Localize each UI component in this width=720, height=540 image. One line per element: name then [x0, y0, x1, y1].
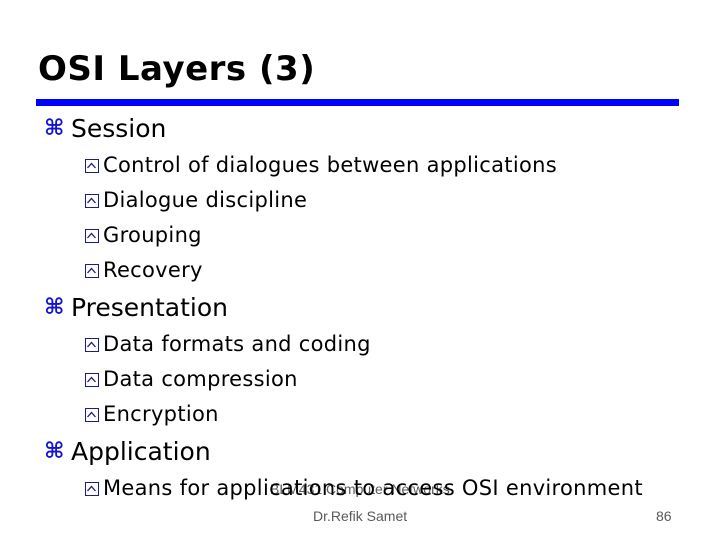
list-item-label: Dialogue discipline	[103, 188, 308, 212]
page-number: 86	[656, 508, 672, 524]
list-item-label: Encryption	[103, 402, 219, 426]
list-item: Control of dialogues between application…	[85, 155, 557, 176]
list-item-label: Control of dialogues between application…	[103, 153, 557, 177]
boxed-chevron-icon	[85, 193, 99, 208]
footer-author: Dr.Refik Samet	[313, 508, 408, 524]
list-item: Recovery	[85, 260, 203, 281]
list-item: Grouping	[85, 225, 202, 246]
slide-title: OSI Layers (3)	[38, 49, 316, 89]
section-heading-label: Application	[71, 437, 211, 466]
boxed-chevron-icon	[85, 372, 99, 387]
title-underline	[36, 99, 679, 106]
list-item-label: Grouping	[103, 223, 202, 247]
list-item: Encryption	[85, 404, 219, 425]
list-item: Dialogue discipline	[85, 190, 307, 211]
list-item-label: Means for applications to access OSI env…	[103, 476, 643, 500]
command-key-icon: ⌘	[44, 115, 65, 141]
section-heading-session: ⌘ Session	[44, 116, 166, 141]
list-item-label: Recovery	[103, 258, 203, 282]
section-heading-label: Session	[71, 114, 167, 143]
boxed-chevron-icon	[85, 407, 99, 422]
section-heading-application: ⌘ Application	[44, 439, 211, 464]
boxed-chevron-icon	[85, 337, 99, 352]
boxed-chevron-icon	[85, 158, 99, 173]
list-item: Means for applications to access OSI env…	[85, 478, 643, 499]
boxed-chevron-icon	[85, 481, 99, 496]
list-item-label: Data compression	[103, 367, 298, 391]
list-item-label: Data formats and coding	[103, 332, 371, 356]
boxed-chevron-icon	[85, 228, 99, 243]
section-heading-label: Presentation	[71, 293, 229, 322]
boxed-chevron-icon	[85, 263, 99, 278]
list-item: Data formats and coding	[85, 334, 371, 355]
list-item: Data compression	[85, 369, 298, 390]
command-key-icon: ⌘	[44, 294, 65, 320]
command-key-icon: ⌘	[44, 438, 65, 464]
section-heading-presentation: ⌘ Presentation	[44, 295, 228, 320]
